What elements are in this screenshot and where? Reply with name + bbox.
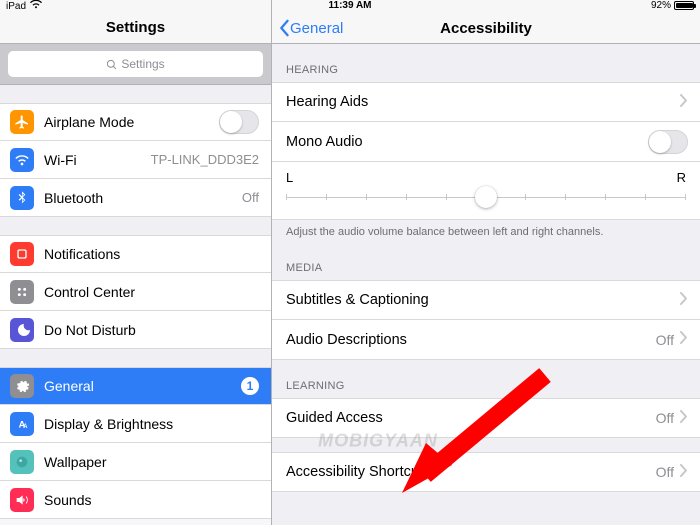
chevron-right-icon: [680, 292, 688, 309]
row-notifications[interactable]: Notifications: [0, 235, 271, 273]
chevron-right-icon: [680, 410, 688, 427]
row-airplane-mode[interactable]: Airplane Mode: [0, 103, 271, 141]
back-label: General: [290, 20, 343, 37]
sounds-icon: [10, 488, 34, 512]
row-accessibility-shortcut[interactable]: Accessibility Shortcut Off: [272, 452, 700, 492]
chevron-right-icon: [680, 94, 688, 111]
row-sounds[interactable]: Sounds: [0, 481, 271, 519]
row-label: Notifications: [44, 246, 259, 262]
bluetooth-icon: [10, 186, 34, 210]
section-header-media: MEDIA: [272, 242, 700, 280]
row-passcode[interactable]: Passcode: [0, 519, 271, 525]
wallpaper-icon: [10, 450, 34, 474]
search-container: Settings: [0, 44, 271, 85]
row-label: Do Not Disturb: [44, 322, 259, 338]
balance-slider[interactable]: [286, 187, 686, 207]
section-header-learning: LEARNING: [272, 360, 700, 398]
row-label: Bluetooth: [44, 190, 242, 206]
notifications-icon: [10, 242, 34, 266]
row-value: TP-LINK_DDD3E2: [151, 152, 259, 167]
master-pane: Settings Settings Airplane Mode: [0, 0, 272, 525]
status-time: 11:39 AM: [329, 0, 372, 11]
row-label: General: [44, 378, 241, 394]
row-label: Control Center: [44, 284, 259, 300]
mono-audio-switch[interactable]: [648, 130, 688, 154]
wifi-status-icon: [30, 0, 42, 12]
row-label: Mono Audio: [286, 134, 648, 150]
balance-right-label: R: [677, 170, 686, 185]
row-control-center[interactable]: Control Center: [0, 273, 271, 311]
row-label: Guided Access: [286, 410, 656, 426]
row-value: Off: [656, 410, 674, 426]
dnd-icon: [10, 318, 34, 342]
row-guided-access[interactable]: Guided Access Off: [272, 398, 700, 438]
row-display-brightness[interactable]: AA Display & Brightness: [0, 405, 271, 443]
section-header-hearing: HEARING: [272, 44, 700, 82]
svg-text:A: A: [23, 424, 28, 430]
row-do-not-disturb[interactable]: Do Not Disturb: [0, 311, 271, 349]
row-label: Hearing Aids: [286, 94, 680, 110]
slider-thumb[interactable]: [475, 186, 497, 208]
airplane-switch[interactable]: [219, 110, 259, 134]
detail-title: Accessibility: [440, 20, 532, 37]
row-subtitles[interactable]: Subtitles & Captioning: [272, 280, 700, 320]
control-center-icon: [10, 280, 34, 304]
detail-pane: General Accessibility HEARING Hearing Ai…: [272, 0, 700, 525]
row-value: Off: [242, 190, 259, 205]
general-badge: 1: [241, 377, 259, 395]
balance-left-label: L: [286, 170, 293, 185]
back-button[interactable]: General: [278, 19, 343, 37]
row-label: Subtitles & Captioning: [286, 292, 680, 308]
row-label: Sounds: [44, 492, 259, 508]
carrier-label: iPad: [6, 1, 26, 12]
battery-percent: 92%: [651, 0, 671, 11]
row-label: Wi-Fi: [44, 152, 151, 168]
row-audio-balance[interactable]: L R: [272, 162, 700, 220]
row-hearing-aids[interactable]: Hearing Aids: [272, 82, 700, 122]
row-general[interactable]: General 1: [0, 367, 271, 405]
row-label: Display & Brightness: [44, 416, 259, 432]
display-icon: AA: [10, 412, 34, 436]
battery-icon: [674, 1, 694, 10]
chevron-right-icon: [680, 331, 688, 348]
row-label: Accessibility Shortcut: [286, 464, 656, 480]
gear-icon: [10, 374, 34, 398]
row-mono-audio[interactable]: Mono Audio: [272, 122, 700, 162]
row-label: Audio Descriptions: [286, 332, 656, 348]
chevron-left-icon: [278, 19, 290, 37]
row-value: Off: [656, 464, 674, 480]
row-wallpaper[interactable]: Wallpaper: [0, 443, 271, 481]
row-wifi[interactable]: Wi-Fi TP-LINK_DDD3E2: [0, 141, 271, 179]
status-bar: iPad 11:39 AM 92%: [0, 0, 700, 14]
wifi-icon: [10, 148, 34, 172]
row-audio-descriptions[interactable]: Audio Descriptions Off: [272, 320, 700, 360]
row-bluetooth[interactable]: Bluetooth Off: [0, 179, 271, 217]
section-footer-balance: Adjust the audio volume balance between …: [272, 220, 700, 242]
airplane-icon: [10, 110, 34, 134]
search-icon: [106, 59, 117, 70]
row-label: Airplane Mode: [44, 114, 219, 130]
row-value: Off: [656, 332, 674, 348]
search-input[interactable]: Settings: [8, 51, 263, 77]
search-placeholder: Settings: [121, 57, 164, 71]
row-label: Wallpaper: [44, 454, 259, 470]
chevron-right-icon: [680, 464, 688, 481]
